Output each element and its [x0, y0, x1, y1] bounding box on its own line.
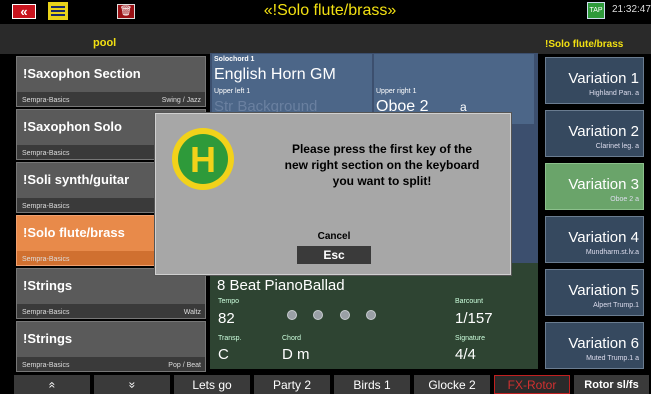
tempo-label: Tempo — [218, 298, 240, 305]
style-name: !Solo flute/brass — [23, 225, 125, 240]
tab-party-2[interactable]: Party 2 — [254, 375, 330, 394]
menu-icon-line — [51, 6, 65, 8]
style-category: Waltz — [183, 309, 201, 316]
style-name: !Saxophon Solo — [23, 119, 122, 134]
tab-rotor-sl-fs[interactable]: Rotor sl/fs — [574, 375, 649, 394]
selected-style-header: !Solo flute/brass — [545, 39, 624, 50]
chord-label: Chord — [282, 335, 302, 342]
variation-name: Variation 1 — [568, 70, 639, 87]
upper-right-suffix: a — [460, 100, 467, 114]
style-name: !Strings — [23, 278, 73, 293]
variation-name: Variation 3 — [568, 176, 639, 193]
double-chevron-up-icon: « — [45, 381, 59, 388]
style-item[interactable]: !Saxophon Section Sempra-Basics Swing / … — [16, 56, 206, 107]
variation-4-button[interactable]: Variation 4 Mundharm.st.lv.a — [545, 216, 644, 263]
dialog-message-line: you want to split! — [332, 174, 432, 188]
style-item[interactable]: !Strings Sempra-Basics Waltz — [16, 268, 206, 319]
style-bank: Sempra-Basics — [22, 203, 70, 210]
clock: 21:32:47 — [612, 4, 651, 15]
double-chevron-down-icon: » — [125, 381, 139, 388]
style-bank: Sempra-Basics — [22, 256, 70, 263]
signature-label: Signature — [455, 335, 485, 342]
page-title: «!Solo flute/brass» — [263, 2, 397, 19]
menu-icon-line — [51, 14, 65, 16]
signature-value: 4/4 — [455, 346, 476, 363]
tempo-icon: TAP — [589, 7, 603, 14]
pool-label: pool — [93, 37, 117, 49]
variation-sound: Mundharm.st.lv.a — [585, 249, 639, 256]
dialog-message-line: Please press the first key of the — [291, 142, 473, 156]
style-name: !Soli synth/guitar — [23, 172, 130, 187]
style-category: Swing / Jazz — [161, 97, 201, 104]
menu-icon-line — [51, 10, 65, 12]
transp-label: Transp. — [218, 335, 242, 342]
variation-2-button[interactable]: Variation 2 Clarinet leg. a — [545, 110, 644, 157]
variation-sound: Muted Trump.1 a — [586, 355, 639, 362]
double-chevron-left-icon: « — [20, 4, 28, 19]
variation-5-button[interactable]: Variation 5 Alpert Trump.1 — [545, 269, 644, 316]
variation-6-button[interactable]: Variation 6 Muted Trump.1 a — [545, 322, 644, 369]
icon-letter: H — [190, 139, 216, 180]
tab-lets-go[interactable]: Lets go — [174, 375, 250, 394]
variation-3-button[interactable]: Variation 3 Oboe 2 a — [545, 163, 644, 210]
rhythm-name: 8 Beat PianoBallad — [217, 277, 345, 294]
beat-indicator — [313, 310, 323, 320]
variation-name: Variation 2 — [568, 123, 639, 140]
menu-button[interactable] — [48, 2, 68, 20]
style-bank: Sempra-Basics — [22, 97, 70, 104]
style-name: !Saxophon Section — [23, 66, 141, 81]
dialog-message: Please press the first key of the new ri… — [262, 141, 502, 189]
transp-value[interactable]: C — [218, 346, 229, 363]
upper-right-label: Upper right 1 — [376, 88, 417, 95]
style-item[interactable]: !Strings Sempra-Basics Pop / Beat — [16, 321, 206, 372]
style-bank: Sempra-Basics — [22, 150, 70, 157]
beat-indicator — [287, 310, 297, 320]
barcount-label: Barcount — [455, 298, 484, 305]
solochord-label: Solochord 1 — [214, 56, 255, 63]
cancel-label: Cancel — [317, 231, 351, 242]
variation-sound: Oboe 2 a — [610, 196, 639, 203]
style-bank: Sempra-Basics — [22, 362, 70, 369]
style-bank: Sempra-Basics — [22, 309, 70, 316]
back-button[interactable]: « — [12, 4, 36, 19]
variation-sound: Clarinet leg. a — [595, 143, 639, 150]
beat-indicator — [366, 310, 376, 320]
beat-indicator — [340, 310, 350, 320]
variation-name: Variation 5 — [568, 282, 639, 299]
upper-left-label: Upper left 1 — [214, 88, 251, 95]
variation-sound: Highland Pan. a — [589, 90, 639, 97]
variation-sound: Alpert Trump.1 — [593, 302, 639, 309]
esc-button[interactable]: Esc — [297, 246, 371, 264]
variation-1-button[interactable]: Variation 1 Highland Pan. a — [545, 57, 644, 104]
stop-sign-h-icon: H — [172, 128, 234, 190]
variation-name: Variation 6 — [568, 335, 639, 352]
style-category: Pop / Beat — [168, 362, 201, 369]
dialog-message-line: new right section on the keyboard — [284, 158, 480, 172]
scroll-up-button[interactable]: « — [14, 375, 90, 394]
tab-fx-rotor[interactable]: FX-Rotor — [494, 375, 570, 394]
solochord-value: English Horn GM — [214, 66, 336, 83]
tab-birds-1[interactable]: Birds 1 — [334, 375, 410, 394]
trash-icon: 🗑 — [119, 6, 133, 17]
barcount-value: 1/157 — [455, 310, 493, 327]
tempo-button[interactable]: TAP — [587, 2, 605, 19]
variation-name: Variation 4 — [568, 229, 639, 246]
delete-button[interactable]: 🗑 — [117, 4, 135, 19]
style-name: !Strings — [23, 331, 73, 346]
chord-value: D m — [282, 346, 310, 363]
tab-glocke-2[interactable]: Glocke 2 — [414, 375, 490, 394]
tempo-value[interactable]: 82 — [218, 310, 235, 327]
scroll-down-button[interactable]: » — [94, 375, 170, 394]
